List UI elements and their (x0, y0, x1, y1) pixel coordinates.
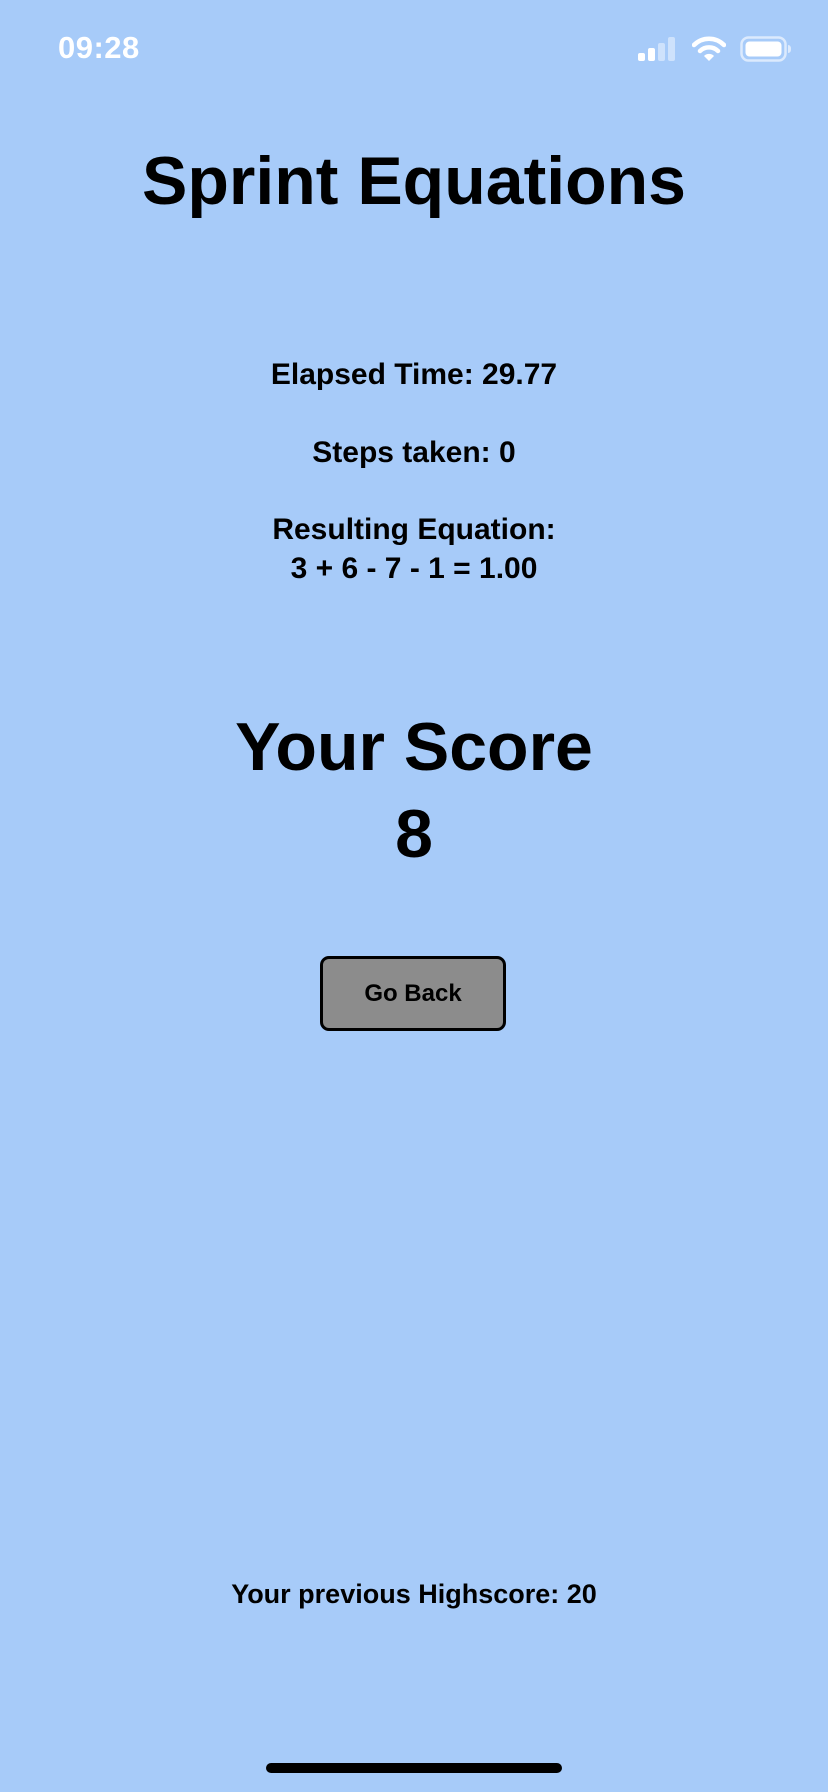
equation-label: Resulting Equation: (272, 513, 556, 546)
score-label: Your Score (235, 709, 593, 785)
wifi-icon (692, 36, 726, 61)
home-indicator[interactable] (266, 1763, 562, 1773)
steps-taken-text: Steps taken: 0 (312, 436, 516, 469)
status-time: 09:28 (58, 30, 140, 65)
score-value: 8 (395, 796, 433, 872)
go-back-button[interactable]: Go Back (320, 956, 506, 1031)
elapsed-time-text: Elapsed Time: 29.77 (270, 358, 558, 391)
status-icons (638, 36, 792, 62)
status-bar: 09:28 (0, 0, 828, 100)
page-title: Sprint Equations (142, 143, 686, 219)
equation-value: 3 + 6 - 7 - 1 = 1.00 (290, 552, 538, 585)
signal-icon (638, 37, 675, 61)
previous-highscore-text: Your previous Highscore: 20 (231, 1579, 597, 1609)
battery-icon (740, 36, 791, 62)
